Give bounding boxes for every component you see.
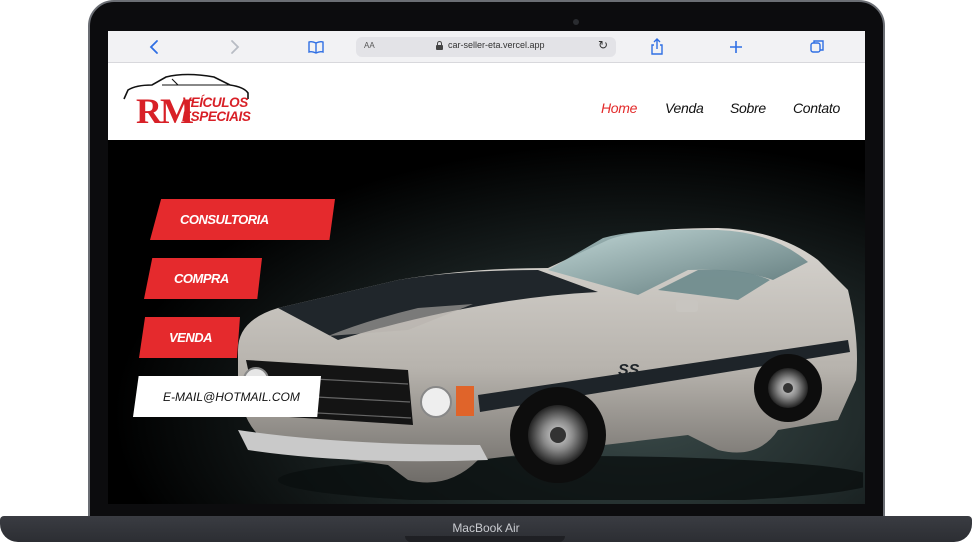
new-tab-icon[interactable] (727, 38, 745, 56)
hero-section: SS CONSULTORIA COMPRA VENDA E-MAIL@HOTMA… (108, 140, 865, 504)
lock-icon (436, 41, 443, 50)
logo-line-2: ESPECIAIS (182, 109, 251, 124)
nav-contato[interactable]: Contato (793, 100, 840, 116)
nav-home[interactable]: Home (601, 100, 637, 116)
camera (573, 19, 579, 25)
url-text: car-seller-eta.vercel.app (448, 40, 545, 50)
back-icon[interactable] (146, 38, 164, 56)
laptop-notch (405, 536, 565, 542)
svg-text:SS: SS (618, 362, 640, 379)
logo-text: VEÍCULOS ESPECIAIS (182, 95, 251, 124)
nav-venda[interactable]: Venda (665, 100, 704, 116)
venda-button[interactable]: VENDA (139, 317, 240, 358)
site-header: RM VEÍCULOS ESPECIAIS Home Venda Sobre C… (108, 63, 865, 140)
browser-toolbar: AA car-seller-eta.vercel.app ↻ (108, 31, 865, 63)
forward-icon[interactable] (225, 38, 243, 56)
nav-sobre[interactable]: Sobre (730, 100, 766, 116)
compra-button[interactable]: COMPRA (144, 258, 262, 299)
consultoria-button[interactable]: CONSULTORIA (150, 199, 335, 240)
screen: AA car-seller-eta.vercel.app ↻ RM VEÍCUL… (108, 31, 865, 504)
reload-icon[interactable]: ↻ (598, 38, 608, 52)
logo-line-1: VEÍCULOS (182, 95, 248, 110)
brand-logo[interactable]: RM VEÍCULOS ESPECIAIS (122, 73, 252, 129)
address-bar[interactable]: AA car-seller-eta.vercel.app ↻ (356, 37, 616, 57)
email-link[interactable]: E-MAIL@HOTMAIL.COM (133, 376, 321, 417)
bookmarks-icon[interactable] (307, 38, 325, 56)
tabs-icon[interactable] (808, 38, 826, 56)
text-size-button[interactable]: AA (364, 41, 375, 50)
share-icon[interactable] (648, 38, 666, 56)
device-label: MacBook Air (452, 521, 520, 535)
